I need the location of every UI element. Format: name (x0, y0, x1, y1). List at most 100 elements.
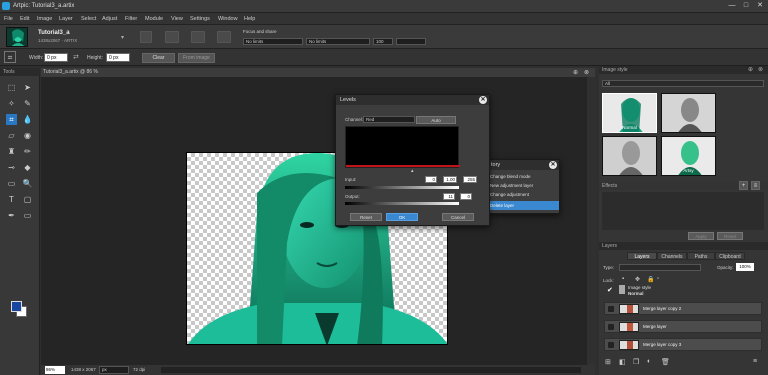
foreground-color-swatch[interactable] (11, 301, 22, 312)
bucket-tool-icon[interactable]: ◆ (22, 162, 33, 173)
open-folder-icon[interactable] (165, 31, 179, 43)
layer-visibility-icon[interactable] (608, 306, 614, 312)
marquee-tool-icon[interactable]: ⬚ (6, 82, 17, 93)
limit-dropdown-1[interactable]: No limits (243, 38, 303, 45)
crop-icon[interactable]: ⌗ (4, 51, 16, 63)
panel-expand-icon[interactable]: ⊕ (748, 66, 753, 73)
input-white-field[interactable]: 255 (463, 176, 477, 183)
menu-select[interactable]: Select (81, 16, 96, 22)
history-item-selected[interactable]: Delete layer (487, 201, 559, 210)
minimize-icon[interactable]: — (728, 2, 736, 10)
layer-visibility-icon[interactable] (608, 324, 614, 330)
clear-button[interactable]: Clear (142, 53, 175, 63)
history-item[interactable]: Change blend mode (487, 172, 559, 181)
menu-view[interactable]: View (171, 16, 183, 22)
style-artsy[interactable]: Artsy (661, 136, 716, 176)
drop-tool-icon[interactable]: 💧 (22, 114, 33, 125)
value-dropdown[interactable]: 100 (373, 38, 393, 45)
tab-clipboard[interactable]: Clipboard (715, 252, 745, 260)
from-image-button[interactable]: From image (178, 53, 215, 63)
history-item[interactable]: Change adjustment (487, 190, 559, 199)
layer-row[interactable]: Merge layer copy 3 (604, 338, 762, 351)
rectangle-tool-icon[interactable]: ▭ (22, 210, 33, 221)
chevron-down-icon[interactable]: ▾ (121, 34, 124, 41)
reset-button[interactable]: Reset (350, 213, 382, 221)
crop-tool-icon[interactable]: ⌗ (6, 114, 17, 125)
output-black-field[interactable]: 11 (443, 193, 455, 200)
doc-close-icon[interactable]: ⊗ (584, 69, 589, 76)
magic-wand-icon[interactable]: ✧ (6, 98, 17, 109)
input-gamma-field[interactable]: 1.00 (443, 176, 457, 183)
blur-tool-icon[interactable]: ◉ (22, 130, 33, 141)
move-tool-icon[interactable]: ➤ (22, 82, 33, 93)
brush-tool-icon[interactable]: ✎ (22, 98, 33, 109)
close-window-icon[interactable]: ✕ (756, 2, 764, 10)
zoom-tool-icon[interactable]: 🔍 (22, 178, 33, 189)
maximize-icon[interactable]: □ (742, 2, 750, 10)
lock-pixels-icon[interactable]: ▪ (622, 276, 624, 282)
limit-dropdown-2[interactable]: No limits (306, 38, 370, 45)
dropper-tool-icon[interactable]: ⊸ (6, 162, 17, 173)
menu-layer[interactable]: Layer (59, 16, 73, 22)
style-normal[interactable]: Normal (602, 93, 657, 133)
style-gray-1[interactable] (661, 93, 716, 133)
menu-edit[interactable]: Edit (20, 16, 29, 22)
cancel-button[interactable]: Cancel (442, 213, 474, 221)
layer-row[interactable]: Merge layer copy 2 (604, 302, 762, 315)
eraser-tool-icon[interactable]: ▱ (6, 130, 17, 141)
layer-mask-icon[interactable]: ◧ (619, 358, 626, 366)
menu-filter[interactable]: Filter (125, 16, 137, 22)
tab-channels[interactable]: Channels (657, 252, 687, 260)
history-item[interactable]: New adjustment layer (487, 181, 559, 190)
pen-tool-icon[interactable]: ✒ (6, 210, 17, 221)
opacity-field[interactable]: 100% (736, 263, 754, 271)
stamp-tool-icon[interactable]: ♜ (6, 146, 17, 157)
menu-window[interactable]: Window (218, 16, 238, 22)
layer-row[interactable]: Merge layer (604, 320, 762, 333)
adjustment-layer-icon[interactable]: ◐ (647, 358, 651, 365)
gradient-tool-icon[interactable]: ▭ (6, 178, 17, 189)
add-effect-button[interactable]: + (739, 181, 748, 190)
document-tab[interactable]: Tutorial3_a.artix @ 86 % (41, 68, 595, 77)
height-field[interactable]: 0 px (106, 53, 130, 62)
lock-move-icon[interactable]: ✥ (635, 276, 640, 283)
menu-image[interactable]: Image (37, 16, 52, 22)
output-white-field[interactable]: 0 (460, 193, 472, 200)
tab-layers[interactable]: Layers (627, 252, 657, 260)
width-field[interactable]: 0 px (44, 53, 68, 62)
style-gray-2[interactable] (602, 136, 657, 176)
menu-settings[interactable]: Settings (190, 16, 210, 22)
preview-box[interactable] (396, 38, 426, 45)
style-category-dropdown[interactable]: All (602, 80, 764, 87)
doc-maximize-icon[interactable]: ⊕ (573, 69, 578, 76)
duplicate-layer-icon[interactable]: ❐ (633, 358, 639, 366)
text-tool-icon[interactable]: T (6, 194, 17, 205)
menu-file[interactable]: File (4, 16, 13, 22)
pencil-tool-icon[interactable]: ✏ (22, 146, 33, 157)
menu-help[interactable]: Help (244, 16, 255, 22)
visibility-check-icon[interactable]: ✔ (607, 286, 613, 294)
layers-menu-icon[interactable]: ≡ (753, 358, 757, 365)
apply-effect-button[interactable]: Apply (688, 232, 714, 240)
input-black-field[interactable]: 0 (425, 176, 437, 183)
zoom-field[interactable]: 86% (45, 366, 65, 374)
share-icon[interactable] (217, 31, 231, 43)
swap-icon[interactable]: ⇄ (73, 53, 79, 61)
midtone-slider-handle[interactable]: ▴ (411, 168, 414, 174)
menu-adjust[interactable]: Adjust (102, 16, 117, 22)
lock-all-icon[interactable]: 🔒 (647, 276, 654, 283)
menu-module[interactable]: Module (145, 16, 163, 22)
new-document-icon[interactable] (140, 31, 152, 43)
panel-close-icon[interactable]: ⊗ (758, 66, 763, 73)
canvas-area[interactable] (41, 77, 587, 365)
tab-paths[interactable]: Paths (687, 252, 715, 260)
new-layer-icon[interactable]: ⊞ (605, 358, 611, 366)
lock-transparency-icon[interactable]: ▫ (657, 276, 659, 282)
auto-button[interactable]: Auto (416, 116, 456, 124)
channel-dropdown[interactable]: Red (363, 116, 415, 123)
reset-effect-button[interactable]: Reset (717, 232, 743, 240)
vertical-scrollbar[interactable] (587, 77, 595, 365)
levels-close-icon[interactable]: ✕ (479, 96, 487, 104)
history-close-icon[interactable]: ✕ (549, 161, 557, 169)
document-thumbnail[interactable] (6, 27, 28, 47)
